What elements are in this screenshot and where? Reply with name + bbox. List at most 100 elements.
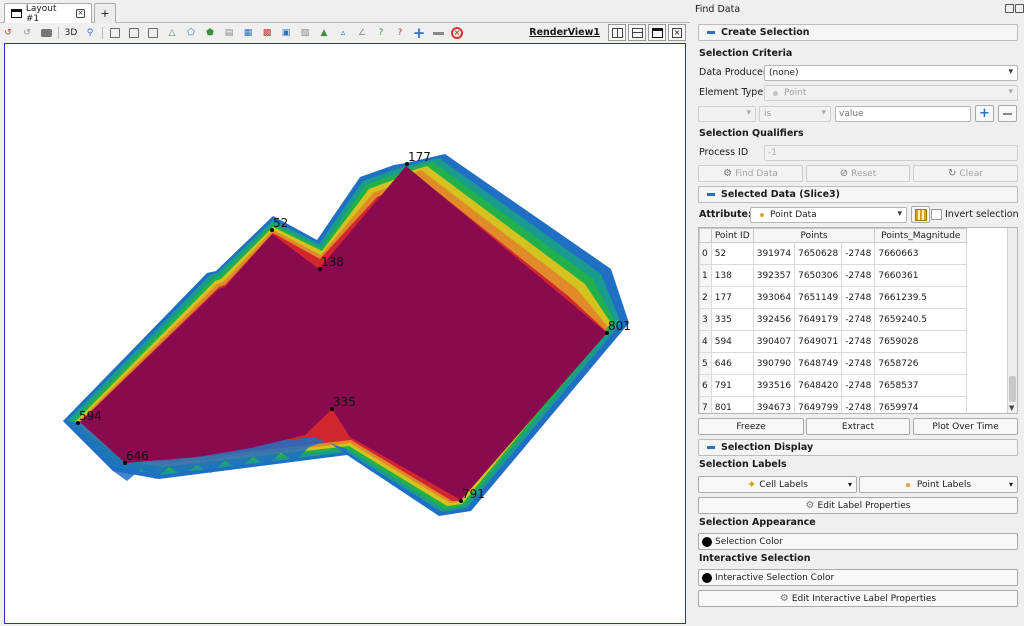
capture-screenshot-icon[interactable] bbox=[38, 26, 54, 40]
split-horizontal-button[interactable] bbox=[608, 24, 626, 41]
select-points-polygon-icon[interactable]: ⬟ bbox=[202, 26, 218, 40]
layout-tab[interactable]: Layout #1 × bbox=[4, 3, 92, 24]
clear-selection-icon[interactable]: × bbox=[449, 26, 465, 40]
points-magnitude-cell: 7658537 bbox=[874, 374, 968, 397]
zoom-to-box-icon[interactable]: ⚲ bbox=[82, 26, 98, 40]
create-selection-header[interactable]: Create Selection bbox=[698, 24, 1018, 41]
close-view-button[interactable]: × bbox=[668, 24, 686, 41]
select-blocks-icon[interactable]: ▤ bbox=[221, 26, 237, 40]
table-row[interactable]: 3 335 392456 7649179 -2748 7659240.5 bbox=[699, 308, 968, 331]
point-label: 138 bbox=[321, 255, 344, 269]
add-selection-icon[interactable]: + bbox=[411, 26, 427, 41]
point-id-cell: 646 bbox=[710, 352, 754, 375]
hover-cells-icon[interactable]: ▧ bbox=[297, 26, 313, 40]
render-view[interactable]: 177 52 138 801 335 594 646 791 bbox=[4, 43, 686, 624]
view-frame-buttons: × bbox=[608, 24, 686, 41]
process-id-input[interactable]: -1 bbox=[764, 145, 1018, 161]
column-header-point-id[interactable]: Point ID bbox=[710, 228, 754, 243]
table-row[interactable]: 7 801 394673 7649799 -2748 7659974 bbox=[699, 396, 968, 413]
point-labels-button[interactable]: Point Labels ▾ bbox=[859, 476, 1018, 493]
selected-data-header[interactable]: Selected Data (Slice3) bbox=[698, 186, 1018, 203]
invert-selection-checkbox[interactable] bbox=[931, 209, 942, 220]
table-row[interactable]: 2 177 393064 7651149 -2748 7661239.5 bbox=[699, 286, 968, 309]
points-magnitude-cell: 7659974 bbox=[874, 396, 968, 413]
clear-button[interactable]: ↻ Clear bbox=[913, 165, 1018, 182]
plot-over-time-button[interactable]: Plot Over Time bbox=[913, 418, 1018, 435]
data-producer-select[interactable]: (none) bbox=[764, 65, 1018, 81]
select-cells-on-icon[interactable] bbox=[107, 26, 123, 40]
reset-camera-icon[interactable]: ↺ bbox=[0, 26, 16, 40]
add-layout-tab-button[interactable]: + bbox=[94, 3, 116, 23]
attribute-select[interactable]: Point Data bbox=[750, 207, 907, 223]
table-row[interactable]: 5 646 390790 7648749 -2748 7658726 bbox=[699, 352, 968, 375]
select-edges-icon[interactable]: ∠ bbox=[354, 26, 370, 40]
selection-color-button[interactable]: Selection Color bbox=[698, 533, 1018, 550]
point-label: 801 bbox=[608, 319, 631, 333]
interactive-selection-color-button[interactable]: Interactive Selection Color bbox=[698, 569, 1018, 586]
column-header-points[interactable]: Points bbox=[752, 228, 876, 243]
add-query-button[interactable]: + bbox=[975, 105, 994, 122]
interactive-selection-heading: Interactive Selection bbox=[699, 553, 811, 564]
column-header-points-magnitude[interactable]: Points_Magnitude bbox=[874, 228, 968, 243]
freeze-button[interactable]: Freeze bbox=[698, 418, 804, 435]
maximize-view-button[interactable] bbox=[648, 24, 666, 41]
point-y-cell: 7649799 bbox=[794, 396, 843, 413]
extract-button[interactable]: Extract bbox=[806, 418, 910, 435]
selection-display-header[interactable]: Selection Display bbox=[698, 439, 1018, 456]
point-label: 177 bbox=[408, 150, 431, 164]
toggle-columns-button[interactable] bbox=[911, 206, 930, 223]
hover-points-icon[interactable]: ▣ bbox=[278, 26, 294, 40]
close-tab-icon[interactable]: × bbox=[76, 9, 85, 18]
shrink-selection-icon[interactable]: ▵ bbox=[335, 26, 351, 40]
hover-query-icon[interactable]: ? bbox=[392, 26, 408, 40]
point-id-cell: 791 bbox=[710, 374, 754, 397]
query-field-select[interactable] bbox=[698, 106, 756, 122]
select-cells-polygon-icon[interactable]: ⬠ bbox=[183, 26, 199, 40]
point-labels-icon bbox=[905, 482, 910, 487]
point-id-cell: 177 bbox=[710, 286, 754, 309]
grow-selection-icon[interactable]: ▲ bbox=[316, 26, 332, 40]
subtract-selection-icon[interactable] bbox=[430, 26, 446, 40]
query-operator-select[interactable]: is bbox=[759, 106, 831, 122]
query-value-input[interactable]: value bbox=[835, 106, 971, 122]
cell-labels-button[interactable]: ✦ Cell Labels ▾ bbox=[698, 476, 857, 493]
table-vertical-scrollbar[interactable]: ▼ bbox=[1007, 228, 1017, 413]
query-selection-icon[interactable]: ? bbox=[373, 26, 389, 40]
interactive-select-points-icon[interactable]: ▩ bbox=[259, 26, 275, 40]
table-row[interactable]: 1 138 392357 7650306 -2748 7660361 bbox=[699, 264, 968, 287]
select-points-on-icon[interactable] bbox=[126, 26, 142, 40]
edit-interactive-label-properties-button[interactable]: ⚙ Edit Interactive Label Properties bbox=[698, 590, 1018, 607]
process-id-label: Process ID bbox=[699, 147, 749, 158]
float-panel-icon[interactable] bbox=[1005, 4, 1014, 13]
table-row[interactable]: 6 791 393516 7648420 -2748 7658537 bbox=[699, 374, 968, 397]
toolbar-separator bbox=[58, 27, 59, 39]
table-row[interactable]: 0 52 391974 7650628 -2748 7660663 bbox=[699, 242, 968, 265]
remove-query-button[interactable] bbox=[998, 105, 1017, 122]
toggle-3d-button[interactable]: 3D bbox=[63, 26, 79, 40]
table-row[interactable]: 4 594 390407 7649071 -2748 7659028 bbox=[699, 330, 968, 353]
select-cells-through-icon[interactable] bbox=[145, 26, 161, 40]
element-type-select[interactable]: Point bbox=[764, 85, 1018, 101]
find-data-button[interactable]: ⚙ Find Data bbox=[698, 165, 803, 182]
split-vertical-button[interactable] bbox=[628, 24, 646, 41]
interactive-select-cells-icon[interactable]: ▦ bbox=[240, 26, 256, 40]
data-producer-label: Data Producer bbox=[699, 67, 767, 78]
row-index-cell: 3 bbox=[699, 308, 712, 331]
reset-button[interactable]: ⊘ Reset bbox=[806, 165, 910, 182]
row-index-cell: 5 bbox=[699, 352, 712, 375]
row-index-header bbox=[699, 228, 712, 243]
close-panel-icon[interactable] bbox=[1015, 4, 1024, 13]
collapse-icon bbox=[707, 446, 715, 449]
render-view-canvas[interactable]: 177 52 138 801 335 594 646 791 bbox=[5, 44, 685, 623]
split-vertical-icon bbox=[631, 27, 643, 38]
edit-label-properties-button[interactable]: ⚙ Edit Label Properties bbox=[698, 497, 1018, 514]
selected-data-table[interactable]: Point ID Points Points_Magnitude 0 52 3919… bbox=[698, 227, 1018, 414]
point-label: 52 bbox=[273, 216, 288, 230]
scroll-down-icon[interactable]: ▼ bbox=[1009, 404, 1014, 412]
point-z-cell: -2748 bbox=[841, 308, 876, 331]
scrollbar-thumb[interactable] bbox=[1009, 376, 1016, 402]
window-icon bbox=[11, 9, 22, 18]
gear-icon: ⚙ bbox=[779, 593, 789, 604]
reset-camera-closest-icon[interactable]: ↺ bbox=[19, 26, 35, 40]
select-points-through-icon[interactable]: △ bbox=[164, 26, 180, 40]
